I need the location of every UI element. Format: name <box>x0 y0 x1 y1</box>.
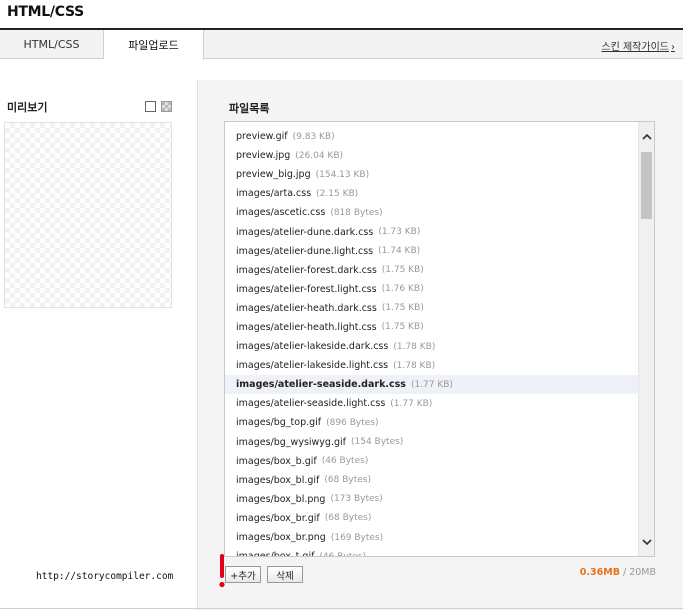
file-size: (896 Bytes) <box>326 417 379 428</box>
file-name: images/atelier-dune.light.css <box>236 245 374 257</box>
file-row[interactable]: images/atelier-seaside.light.css (1.77 KB… <box>225 394 639 413</box>
upload-page: HTML/CSS HTML/CSS 파일업로드 스킨 제작가이드 › 미리보기 h… <box>0 0 683 612</box>
file-size: (68 Bytes) <box>324 475 371 486</box>
scrollbar-thumb[interactable] <box>641 152 652 219</box>
storage-used: 0.36MB <box>579 567 620 578</box>
file-size: (1.75 KB) <box>381 303 424 314</box>
tab-bar: HTML/CSS 파일업로드 스킨 제작가이드 › <box>0 30 683 60</box>
file-row[interactable]: images/box_t.gif (46 Bytes) <box>225 547 639 557</box>
storage-total: 20MB <box>629 567 656 578</box>
file-size: (154.13 KB) <box>315 169 370 180</box>
file-size: (46 Bytes) <box>319 551 367 557</box>
file-name: images/ascetic.css <box>236 207 326 219</box>
file-row[interactable]: images/bg_wysiwyg.gif (154 Bytes) <box>225 433 639 452</box>
file-size: (1.78 KB) <box>393 341 436 352</box>
file-list-label: 파일목록 <box>229 102 270 115</box>
file-name: images/atelier-forest.light.css <box>236 283 377 295</box>
file-name: images/bg_wysiwyg.gif <box>236 436 346 448</box>
file-size: (46 Bytes) <box>321 456 369 467</box>
scroll-up-icon[interactable] <box>639 122 654 150</box>
file-size: (1.73 KB) <box>378 227 421 238</box>
file-list-panel: 파일목록 preview.gif (9.83 KB) preview.jpg (26.… <box>198 80 683 610</box>
file-row[interactable]: images/atelier-heath.dark.css (1.75 KB) <box>225 299 639 318</box>
file-row[interactable]: images/box_b.gif (46 Bytes) <box>225 452 639 471</box>
file-name: images/arta.css <box>236 188 312 200</box>
file-row[interactable]: images/atelier-forest.dark.css (1.75 KB) <box>225 261 639 280</box>
file-name: images/atelier-seaside.dark.css <box>236 379 406 391</box>
file-size: (818 Bytes) <box>330 207 383 218</box>
file-size: (26.04 KB) <box>295 150 344 161</box>
add-file-button[interactable]: +추가 <box>225 566 261 583</box>
file-size: (1.78 KB) <box>393 360 436 371</box>
file-name: images/atelier-heath.dark.css <box>236 302 377 314</box>
file-name: preview.jpg <box>236 150 291 162</box>
file-name: images/box_br.gif <box>236 512 320 524</box>
file-name: images/atelier-lakeside.light.css <box>236 360 389 372</box>
file-size: (1.75 KB) <box>381 265 424 276</box>
file-size: (1.74 KB) <box>378 246 421 257</box>
file-row[interactable]: images/atelier-forest.light.css (1.76 KB) <box>225 280 639 299</box>
file-name: images/box_bl.png <box>236 493 326 505</box>
file-name: images/atelier-heath.light.css <box>236 321 377 333</box>
skin-guide-label: 스킨 제작가이드 <box>601 42 669 53</box>
file-row[interactable]: preview.jpg (26.04 KB) <box>225 146 639 165</box>
file-row[interactable]: images/box_bl.gif (68 Bytes) <box>225 471 639 490</box>
file-row[interactable]: images/bg_top.gif (896 Bytes) <box>225 413 639 432</box>
file-row[interactable]: images/atelier-dune.dark.css (1.73 KB) <box>225 222 639 241</box>
file-size: (154 Bytes) <box>351 437 404 448</box>
file-row[interactable]: images/box_br.gif (68 Bytes) <box>225 509 639 528</box>
preview-label: 미리보기 <box>7 101 48 114</box>
file-name: images/box_br.png <box>236 532 326 544</box>
file-size: (1.76 KB) <box>381 284 424 295</box>
file-row[interactable]: images/arta.css (2.15 KB) <box>225 184 639 203</box>
file-row[interactable]: images/atelier-lakeside.dark.css (1.78 KB… <box>225 337 639 356</box>
storage-usage: 0.36MB / 20MB <box>580 567 656 578</box>
file-name: images/bg_top.gif <box>236 417 322 429</box>
file-size: (173 Bytes) <box>330 494 383 505</box>
file-name: images/box_t.gif <box>236 551 315 557</box>
file-row[interactable]: images/atelier-lakeside.light.css (1.78 K… <box>225 356 639 375</box>
file-size: (1.77 KB) <box>390 398 433 409</box>
delete-file-button[interactable]: 삭제 <box>267 566 303 583</box>
file-row[interactable]: images/atelier-dune.light.css (1.74 KB) <box>225 242 639 261</box>
file-name: preview_big.jpg <box>236 169 311 181</box>
file-name: images/atelier-forest.dark.css <box>236 264 377 276</box>
storage-separator: / <box>619 567 630 578</box>
file-size: (2.15 KB) <box>316 188 359 199</box>
file-row[interactable]: images/box_br.png (169 Bytes) <box>225 528 639 547</box>
vertical-scrollbar[interactable] <box>638 122 654 556</box>
site-url: http://storycompiler.com <box>36 571 174 582</box>
checker-background-toggle-icon[interactable] <box>161 101 172 112</box>
file-name: images/atelier-lakeside.dark.css <box>236 341 389 353</box>
tab-html-css[interactable]: HTML/CSS <box>0 30 104 59</box>
tab-file-upload[interactable]: 파일업로드 <box>104 30 204 60</box>
file-name: images/atelier-seaside.light.css <box>236 398 386 410</box>
file-list: preview.gif (9.83 KB) preview.jpg (26.04 KB… <box>225 127 639 557</box>
file-size: (68 Bytes) <box>324 513 372 524</box>
file-row[interactable]: images/ascetic.css (818 Bytes) <box>225 203 639 222</box>
chevron-right-icon: › <box>671 42 675 53</box>
white-background-toggle-icon[interactable] <box>145 101 156 112</box>
file-size: (1.75 KB) <box>381 322 424 333</box>
file-row[interactable]: images/atelier-seaside.dark.css (1.77 KB) <box>225 375 639 395</box>
file-list-box: preview.gif (9.83 KB) preview.jpg (26.04 KB… <box>224 121 655 557</box>
file-row[interactable]: preview.gif (9.83 KB) <box>225 127 639 146</box>
file-name: images/box_b.gif <box>236 455 317 467</box>
preview-image-area <box>4 122 172 308</box>
file-size: (1.77 KB) <box>410 379 453 390</box>
file-name: preview.gif <box>236 131 288 143</box>
scroll-down-icon[interactable] <box>639 528 654 556</box>
file-row[interactable]: preview_big.jpg (154.13 KB) <box>225 165 639 184</box>
page-title: HTML/CSS <box>7 4 84 20</box>
file-row[interactable]: images/atelier-heath.light.css (1.75 KB) <box>225 318 639 337</box>
file-name: images/atelier-dune.dark.css <box>236 226 374 238</box>
file-name: images/box_bl.gif <box>236 474 320 486</box>
preview-panel: 미리보기 http://storycompiler.com <box>0 80 198 610</box>
bottom-divider <box>0 608 683 609</box>
skin-guide-link[interactable]: 스킨 제작가이드 › <box>601 38 675 53</box>
file-row[interactable]: images/box_bl.png (173 Bytes) <box>225 490 639 509</box>
file-size: (9.83 KB) <box>292 131 335 142</box>
file-size: (169 Bytes) <box>330 532 384 543</box>
